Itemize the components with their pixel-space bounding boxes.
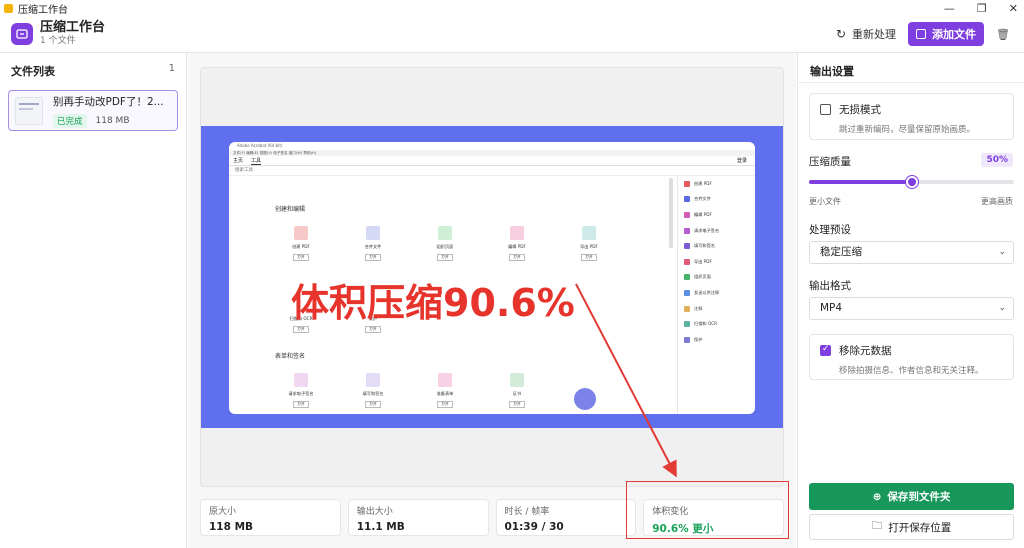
mock-section-create: 创建和编辑: [275, 206, 306, 213]
mock-side-tools: 创建 PDF 合并文件 编辑 PDF 请求电子签名 填写和签名 导出 PDF 组…: [677, 176, 755, 414]
lossless-checkbox[interactable]: [820, 104, 831, 115]
mock-search: 搜索工具: [229, 166, 755, 176]
mock-side-item: 注释: [678, 301, 755, 317]
minimize-button[interactable]: —: [944, 2, 955, 15]
format-label: 输出格式: [809, 280, 851, 292]
mock-tool: 编辑 PDF 打开: [497, 226, 537, 261]
settings-panel: 输出设置 无损模式 跳过重新编码，尽量保留原始画质。 压缩质量 50% 更小文件…: [797, 53, 1024, 548]
format-select[interactable]: MP4 ⌄: [809, 297, 1014, 320]
app-logo-icon: [11, 23, 33, 45]
quality-label: 压缩质量: [809, 156, 851, 168]
add-file-icon: [916, 29, 927, 39]
preset-label: 处理预设: [809, 224, 851, 236]
folder-icon: 🗀: [871, 520, 883, 532]
file-list-panel: 文件列表 1 别再手动改PDF了！2... 已完成 118 MB: [0, 53, 187, 548]
mock-side-item: 保护: [678, 332, 755, 348]
lossless-desc: 跳过重新编码，尽量保留原始画质。: [839, 125, 976, 135]
preview-frame: Adobe Acrobat (64-bit) 文件(F) 编辑(E) 视图(V)…: [201, 126, 783, 428]
mock-tool: 组织页面 打开: [425, 226, 465, 261]
page-title: 压缩工作台: [40, 20, 106, 36]
mock-cursor-highlight: [574, 388, 596, 410]
file-list-item[interactable]: 别再手动改PDF了！2... 已完成 118 MB: [8, 90, 178, 131]
mock-title: Adobe Acrobat (64-bit): [237, 143, 283, 148]
mock-tool: 请求电子签名 打开: [281, 373, 321, 408]
mock-side-item: 导出 PDF: [678, 254, 755, 270]
mock-tab-tools: 工具: [251, 157, 262, 165]
slider-handle[interactable]: [905, 176, 918, 188]
video-preview[interactable]: Adobe Acrobat (64-bit) 文件(F) 编辑(E) 视图(V)…: [200, 67, 784, 487]
close-button[interactable]: ✕: [1009, 2, 1018, 15]
mock-scrollbar: [669, 178, 673, 248]
mock-tool: 创建 PDF 打开: [281, 226, 321, 261]
slider-max-label: 更高画质: [981, 197, 1013, 206]
mock-side-item: 组织页面: [678, 270, 755, 286]
file-list-title: 文件列表: [11, 65, 55, 78]
reprocess-button[interactable]: ↻ 重新处理: [836, 26, 896, 42]
mock-login: 登录: [736, 158, 747, 164]
mock-side-item: 扫描和 OCR: [678, 316, 755, 332]
save-to-folder-button[interactable]: ⊕ 保存到文件夹: [809, 483, 1014, 510]
mock-tool: 准备表单 打开: [425, 373, 465, 408]
status-badge: 已完成: [53, 113, 87, 128]
app-icon: [4, 3, 13, 13]
mock-side-item: 编辑 PDF: [678, 207, 755, 223]
preview-area: Adobe Acrobat (64-bit) 文件(F) 编辑(E) 视图(V)…: [188, 53, 796, 548]
maximize-button[interactable]: ❐: [977, 2, 987, 15]
mock-tool: 填写和签名 打开: [353, 373, 393, 408]
file-list-count: 1: [168, 63, 175, 74]
file-size: 118 MB: [95, 115, 130, 126]
mock-side-item: 请求电子签名: [678, 223, 755, 239]
file-name: 别再手动改PDF了！2...: [53, 95, 164, 108]
mock-side-item: 发送以供注释: [678, 285, 755, 301]
file-thumbnail: [15, 96, 43, 125]
annotation-highlight-box: [626, 481, 789, 539]
mock-side-item: 合并文件: [678, 192, 755, 208]
settings-title: 输出设置: [798, 53, 1024, 83]
stat-output-size: 输出大小 11.1 MB: [347, 499, 489, 536]
mock-tool: 证书 打开: [497, 373, 537, 408]
window-title: 压缩工作台: [18, 4, 68, 16]
chevron-down-icon: ⌄: [998, 247, 1006, 257]
strip-metadata-checkbox[interactable]: [820, 344, 831, 356]
refresh-icon: ↻: [835, 27, 847, 41]
strip-metadata-option[interactable]: 移除元数据 移除拍摄信息、作者信息和无关注释。: [809, 334, 1014, 380]
add-file-button[interactable]: 添加文件: [908, 22, 985, 46]
stat-duration-fps: 时长 / 帧率 01:39 / 30: [495, 499, 637, 536]
window-titlebar: 压缩工作台 — ❐ ✕: [0, 0, 1024, 16]
trash-icon[interactable]: 🗑: [996, 28, 1010, 41]
preset-select[interactable]: 稳定压缩 ⌄: [809, 241, 1014, 264]
app-header: 压缩工作台 1 个文件 ↻ 重新处理 添加文件 🗑: [0, 16, 1024, 53]
strip-metadata-desc: 移除拍摄信息、作者信息和无关注释。: [839, 366, 984, 376]
reprocess-label: 重新处理: [852, 28, 897, 41]
slider-min-label: 更小文件: [809, 197, 841, 206]
quality-value-badge: 50%: [981, 153, 1013, 167]
quality-slider[interactable]: [809, 176, 1014, 188]
file-count-subtitle: 1 个文件: [40, 36, 76, 47]
add-file-label: 添加文件: [932, 28, 977, 41]
stat-original-size: 原大小 118 MB: [200, 499, 341, 536]
mock-side-item: 填写和签名: [678, 238, 755, 254]
window-controls: — ❐ ✕: [944, 0, 1018, 16]
compression-overlay-text: 体积压缩90.6%: [291, 281, 575, 325]
mock-side-item: 创建 PDF: [678, 176, 755, 192]
mock-tool: 导出 PDF 打开: [569, 226, 609, 261]
chevron-down-icon: ⌄: [998, 303, 1006, 313]
mock-section-forms: 表单和签名: [275, 353, 306, 360]
lossless-option[interactable]: 无损模式 跳过重新编码，尽量保留原始画质。: [809, 93, 1014, 140]
open-save-location-button[interactable]: 🗀 打开保存位置: [809, 514, 1014, 540]
mock-tool: 合并文件 打开: [353, 226, 393, 261]
mock-tab-home: 主页: [233, 158, 244, 164]
save-icon: ⊕: [872, 490, 882, 503]
